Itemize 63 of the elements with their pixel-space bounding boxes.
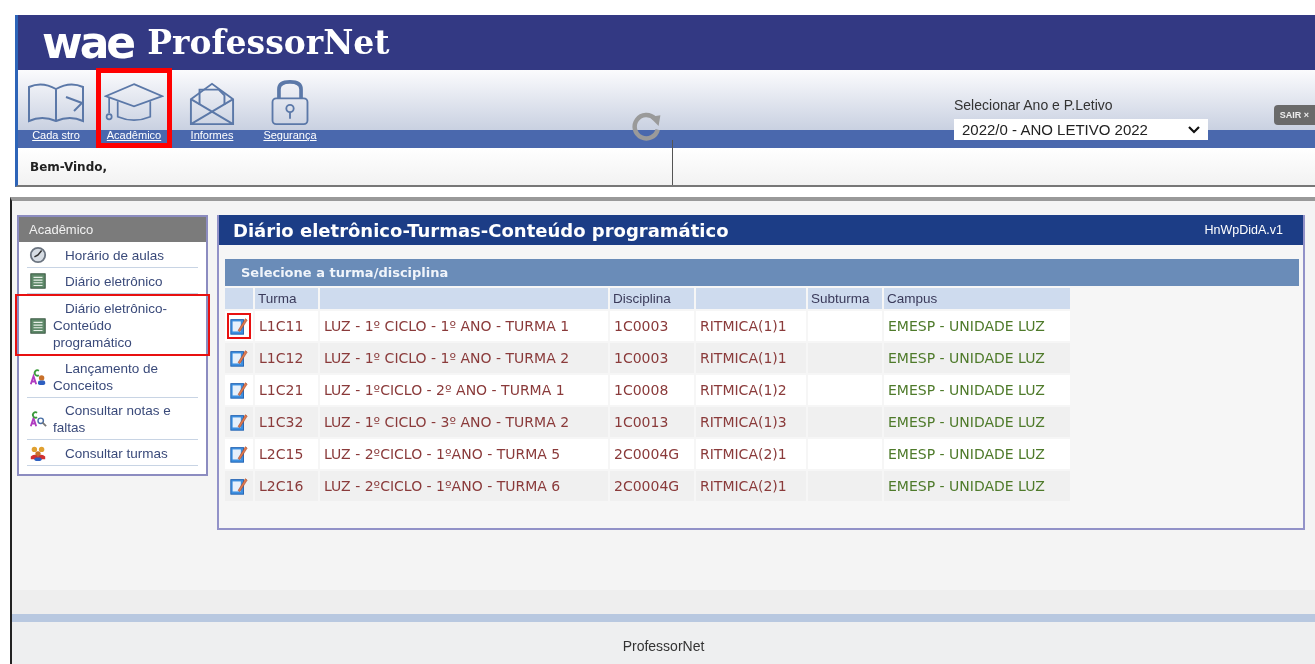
letters-person-icon	[29, 368, 47, 386]
table-cell: RITMICA(2)1	[696, 439, 806, 469]
product-name: ProfessorNet	[147, 23, 390, 62]
clock-icon	[29, 246, 47, 264]
footer-text: ProfessorNet	[622, 638, 705, 654]
table-cell: 1C0013	[610, 407, 694, 437]
letters-magnifier-icon	[29, 410, 47, 428]
table-cell: LUZ - 2ºCICLO - 1ºANO - TURMA 5	[320, 439, 608, 469]
table-cell: 1C0003	[610, 343, 694, 373]
edit-note-icon[interactable]	[227, 313, 251, 339]
table-cell: LUZ - 1º CICLO - 1º ANO - TURMA 1	[320, 311, 608, 341]
table-cell: 1C0008	[610, 375, 694, 405]
column-header: Disciplina	[610, 288, 694, 309]
table-cell: RITMICA(1)1	[696, 343, 806, 373]
chevron-down-icon	[1188, 125, 1200, 134]
table-cell: EMESP - UNIDADE LUZ	[884, 375, 1070, 405]
toolbar-item[interactable]: Informes	[174, 68, 250, 148]
table-cell: EMESP - UNIDADE LUZ	[884, 407, 1070, 437]
period-label: Selecionar Ano e P.Letivo	[954, 97, 1114, 113]
sidebar-item[interactable]: Consultar notas e faltas	[27, 398, 198, 440]
sidebar-item[interactable]: Lançamento de Conceitos	[27, 356, 198, 398]
table-cell: L1C12	[255, 343, 318, 373]
column-header: Campus	[884, 288, 1070, 309]
column-header: Turma	[255, 288, 318, 309]
column-header: Subturma	[808, 288, 882, 309]
welcome-text: Bem-Vindo,	[30, 159, 108, 174]
table-cell: 2C0004G	[610, 439, 694, 469]
sidebar-item[interactable]: Consultar turmas	[27, 440, 198, 466]
sidebar-item[interactable]: Horário de aulas	[27, 242, 198, 268]
toolbar-item[interactable]: Cada stro	[18, 68, 94, 148]
people-icon	[29, 444, 47, 462]
table-cell: RITMICA(1)3	[696, 407, 806, 437]
table-cell: 1C0003	[610, 311, 694, 341]
table-cell: LUZ - 1º CICLO - 1º ANO - TURMA 2	[320, 343, 608, 373]
screen-code: HnWpDidA.v1	[1204, 223, 1283, 237]
ledger-icon	[29, 272, 47, 290]
ledger-icon	[29, 316, 47, 335]
sidebar-item[interactable]: Diário eletrônico-Conteúdo programático	[15, 294, 210, 356]
table-cell: RITMICA(1)1	[696, 311, 806, 341]
table-cell: 2C0004G	[610, 471, 694, 501]
logout-button[interactable]: SAIR ×	[1273, 105, 1315, 125]
sidebar-item[interactable]: Diário eletrônico	[27, 268, 198, 294]
table-cell: L2C16	[255, 471, 318, 501]
table-cell: L1C11	[255, 311, 318, 341]
period-select[interactable]: 2022/0 - ANO LETIVO 2022	[954, 119, 1208, 140]
section-header: Selecione a turma/disciplina	[225, 259, 1299, 286]
table-cell: EMESP - UNIDADE LUZ	[884, 439, 1070, 469]
table-cell: EMESP - UNIDADE LUZ	[884, 311, 1070, 341]
toolbar-item[interactable]: Acadêmico	[96, 68, 172, 148]
table-cell: L1C32	[255, 407, 318, 437]
logo: wae	[42, 20, 134, 65]
table-cell: LUZ - 2ºCICLO - 1ºANO - TURMA 6	[320, 471, 608, 501]
sidebar-title: Acadêmico	[19, 217, 206, 242]
table-cell: L2C15	[255, 439, 318, 469]
table-cell: L1C21	[255, 375, 318, 405]
table-cell: RITMICA(2)1	[696, 471, 806, 501]
table-cell: EMESP - UNIDADE LUZ	[884, 343, 1070, 373]
table-cell: LUZ - 1ºCICLO - 2º ANO - TURMA 1	[320, 375, 608, 405]
table-cell: LUZ - 1º CICLO - 3º ANO - TURMA 2	[320, 407, 608, 437]
toolbar-item[interactable]: Segurança	[252, 68, 328, 148]
panel-title: Diário eletrônico-Turmas-Conteúdo programático	[233, 219, 729, 241]
table-cell: EMESP - UNIDADE LUZ	[884, 471, 1070, 501]
table-cell: RITMICA(1)2	[696, 375, 806, 405]
